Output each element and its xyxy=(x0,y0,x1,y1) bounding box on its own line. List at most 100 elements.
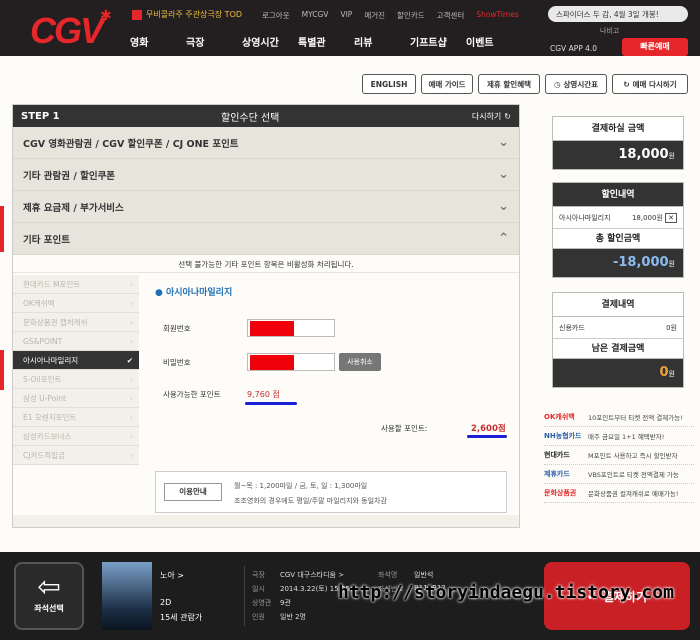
partner-discount-button[interactable]: 제휴 할인혜택 xyxy=(478,74,540,94)
redacted-value xyxy=(250,355,294,370)
movie-format: 2D xyxy=(160,598,172,607)
timetable-button[interactable]: ◷ 상영시간표 xyxy=(545,74,607,94)
accordion-label: 제휴 요금제 / 부가서비스 xyxy=(23,202,124,214)
promo-text: 무비콜라주 주관상극장 TOD xyxy=(146,10,243,19)
promo-row[interactable]: NH농협카드 매주 금요일 1+1 혜택받자! xyxy=(544,427,694,446)
usage-guide-line: 조조영화의 경우에도 평일/주말 마일리지와 동일차감 xyxy=(234,497,387,505)
remaining-title: 남은 결제금액 xyxy=(553,339,683,359)
accordion-partner-plan[interactable]: 제휴 요금제 / 부가서비스 ⌄ xyxy=(13,191,519,223)
accordion-label: 기타 관람권 / 할인쿠폰 xyxy=(23,170,116,182)
list-item[interactable]: 현대카드 M포인트 › xyxy=(13,275,139,294)
available-points-label: 사용가능한 포인트 xyxy=(163,390,221,399)
list-item-selected[interactable]: 아시아나마일리지 ✔ xyxy=(13,351,139,370)
chevron-right-icon: › xyxy=(130,317,133,327)
nav-giftshop[interactable]: 기프트샵 xyxy=(410,34,466,49)
password-field[interactable] xyxy=(247,353,335,371)
nav-review[interactable]: 리뷰 xyxy=(354,34,410,49)
utility-customer-center[interactable]: 고객센터 xyxy=(437,10,465,21)
accordion-cgv-coupon[interactable]: CGV 영화관람권 / CGV 할인쿠폰 / CJ ONE 포인트 ⌄ xyxy=(13,127,519,159)
movie-poster xyxy=(102,562,152,630)
used-points-label: 사용할 포인트: xyxy=(381,424,428,433)
payment-summary-box: 결제내역 신용카드 0원 남은 결제금액 0원 xyxy=(552,292,684,388)
list-item[interactable]: 삼성카드보너스 › xyxy=(13,427,139,446)
payment-history-title: 결제내역 xyxy=(553,293,683,317)
list-item-label: 아시아나마일리지 xyxy=(23,355,79,365)
chevron-right-icon: › xyxy=(130,412,133,422)
payment-amount-title: 결제하실 금액 xyxy=(553,117,683,141)
available-points-value: 9,760 점 xyxy=(247,390,280,399)
promo-icon xyxy=(132,9,142,20)
list-item-label: OK캐쉬백 xyxy=(23,298,55,308)
payment-amount-value: 18,000원 xyxy=(553,141,683,169)
nav-movie[interactable]: 영화 xyxy=(130,34,186,49)
nav-special[interactable]: 특별관 xyxy=(298,34,354,49)
list-item-label: CJ카드적립금 xyxy=(23,450,65,460)
chevron-right-icon: › xyxy=(130,336,133,346)
chevron-down-icon: ⌄ xyxy=(498,167,509,182)
promo-label: NH농협카드 xyxy=(544,432,582,440)
reset-label: 다시하기 xyxy=(471,111,502,121)
people-label: 인원 xyxy=(252,613,265,621)
left-edge-tab xyxy=(0,350,4,390)
accordion-other-points[interactable]: 기타 포인트 ⌃ xyxy=(13,223,519,255)
list-item[interactable]: E1 오렌지포인트 › xyxy=(13,408,139,427)
total-discount-title: 총 할인금액 xyxy=(553,229,683,249)
promo-label: 현대카드 xyxy=(544,451,570,459)
refresh-icon: ↻ xyxy=(504,111,511,121)
restart-label: 예매 다시하기 xyxy=(632,79,677,89)
member-number-field[interactable] xyxy=(247,319,335,337)
utility-magazine[interactable]: 메거진 xyxy=(364,10,385,21)
english-button[interactable]: ENGLISH xyxy=(362,74,416,94)
screen-label: 상영관 xyxy=(252,599,272,607)
cgv-logo[interactable]: CGV xyxy=(30,10,104,52)
list-item[interactable]: OK캐쉬백 › xyxy=(13,294,139,313)
promo-banner[interactable]: 무비콜라주 주관상극장 TOD xyxy=(132,9,242,20)
reset-button[interactable]: 다시하기 ↻ xyxy=(472,111,511,122)
seat-class-value: 일반석 xyxy=(414,571,434,579)
total-discount-value: -18,000원 xyxy=(553,249,683,277)
chevron-right-icon: › xyxy=(130,450,133,460)
utility-vip[interactable]: VIP xyxy=(340,10,352,21)
restart-booking-button[interactable]: ↻ 예매 다시하기 xyxy=(612,74,688,94)
accordion-label: 기타 포인트 xyxy=(23,234,71,246)
list-item-label: 문화상품권 캡처캐쉬 xyxy=(23,317,88,327)
step-label: STEP 1 xyxy=(21,110,60,122)
list-item[interactable]: GS&POINT › xyxy=(13,332,139,351)
promo-row[interactable]: 제휴카드 VBS포인트로 티켓 전액결제 가능 xyxy=(544,465,694,484)
top-bar: CGV ✱ 무비콜라주 주관상극장 TOD 로그아웃 MYCGV VIP 메거진… xyxy=(0,0,700,56)
nav-showtimes[interactable]: 상영시간 xyxy=(242,34,298,49)
nav-theater[interactable]: 극장 xyxy=(186,34,242,49)
utility-mycgv[interactable]: MYCGV xyxy=(302,10,329,21)
movie-title[interactable]: 노아 > xyxy=(160,570,184,581)
booking-guide-button[interactable]: 예매 가이드 xyxy=(421,74,473,94)
close-icon[interactable]: ✕ xyxy=(665,212,677,223)
app-version[interactable]: CGV APP 4.0 xyxy=(550,44,597,53)
list-item[interactable]: 삼성 U-Point › xyxy=(13,389,139,408)
promo-row[interactable]: OK캐쉬백 10포인트부터 티켓 전액 결제가능! xyxy=(544,408,694,427)
cancel-use-button[interactable]: 사용취소 xyxy=(339,353,381,371)
quick-booking-button[interactable]: 빠른예매 xyxy=(622,38,688,56)
theater-value[interactable]: CGV 대구스타디움 > xyxy=(280,570,344,580)
people-value: 일반 2명 xyxy=(280,613,306,621)
promo-row[interactable]: 현대카드 M포인트 사용하고 즉시 할인받자 xyxy=(544,446,694,465)
left-edge-tab xyxy=(0,206,4,252)
bullet-icon: ● xyxy=(155,288,166,298)
utility-showtimes[interactable]: ShowTimes xyxy=(476,10,519,21)
password-label: 비밀번호 xyxy=(163,358,191,367)
chevron-down-icon: ⌄ xyxy=(498,199,509,214)
nav-event[interactable]: 이벤트 xyxy=(466,34,522,49)
back-to-seat-button[interactable]: ⇦ 좌석선택 xyxy=(14,562,84,630)
usage-guide-line: 월~목 : 1,200마일 / 금, 토, 일 : 1,300마일 xyxy=(234,482,368,490)
list-item-label: 삼성카드보너스 xyxy=(23,431,72,441)
accordion-other-ticket[interactable]: 기타 관람권 / 할인쿠폰 ⌄ xyxy=(13,159,519,191)
timetable-label: 상영시간표 xyxy=(563,79,599,89)
search-input[interactable]: 스파이더스 두 감, 4월 3일 개봉! xyxy=(548,6,688,22)
utility-discount-card[interactable]: 할인카드 xyxy=(397,10,425,21)
utility-logout[interactable]: 로그아웃 xyxy=(262,10,290,21)
discount-item-amount: 18,000원 xyxy=(631,213,663,222)
list-item[interactable]: S-Oil포인트 › xyxy=(13,370,139,389)
list-item[interactable]: CJ카드적립금 › xyxy=(13,446,139,465)
list-item[interactable]: 문화상품권 캡처캐쉬 › xyxy=(13,313,139,332)
discount-item-amount-group: 18,000원 ✕ xyxy=(631,212,677,223)
promo-row[interactable]: 문화상품권 문화상품권 컬쳐캐쉬로 예매가능! xyxy=(544,484,694,503)
